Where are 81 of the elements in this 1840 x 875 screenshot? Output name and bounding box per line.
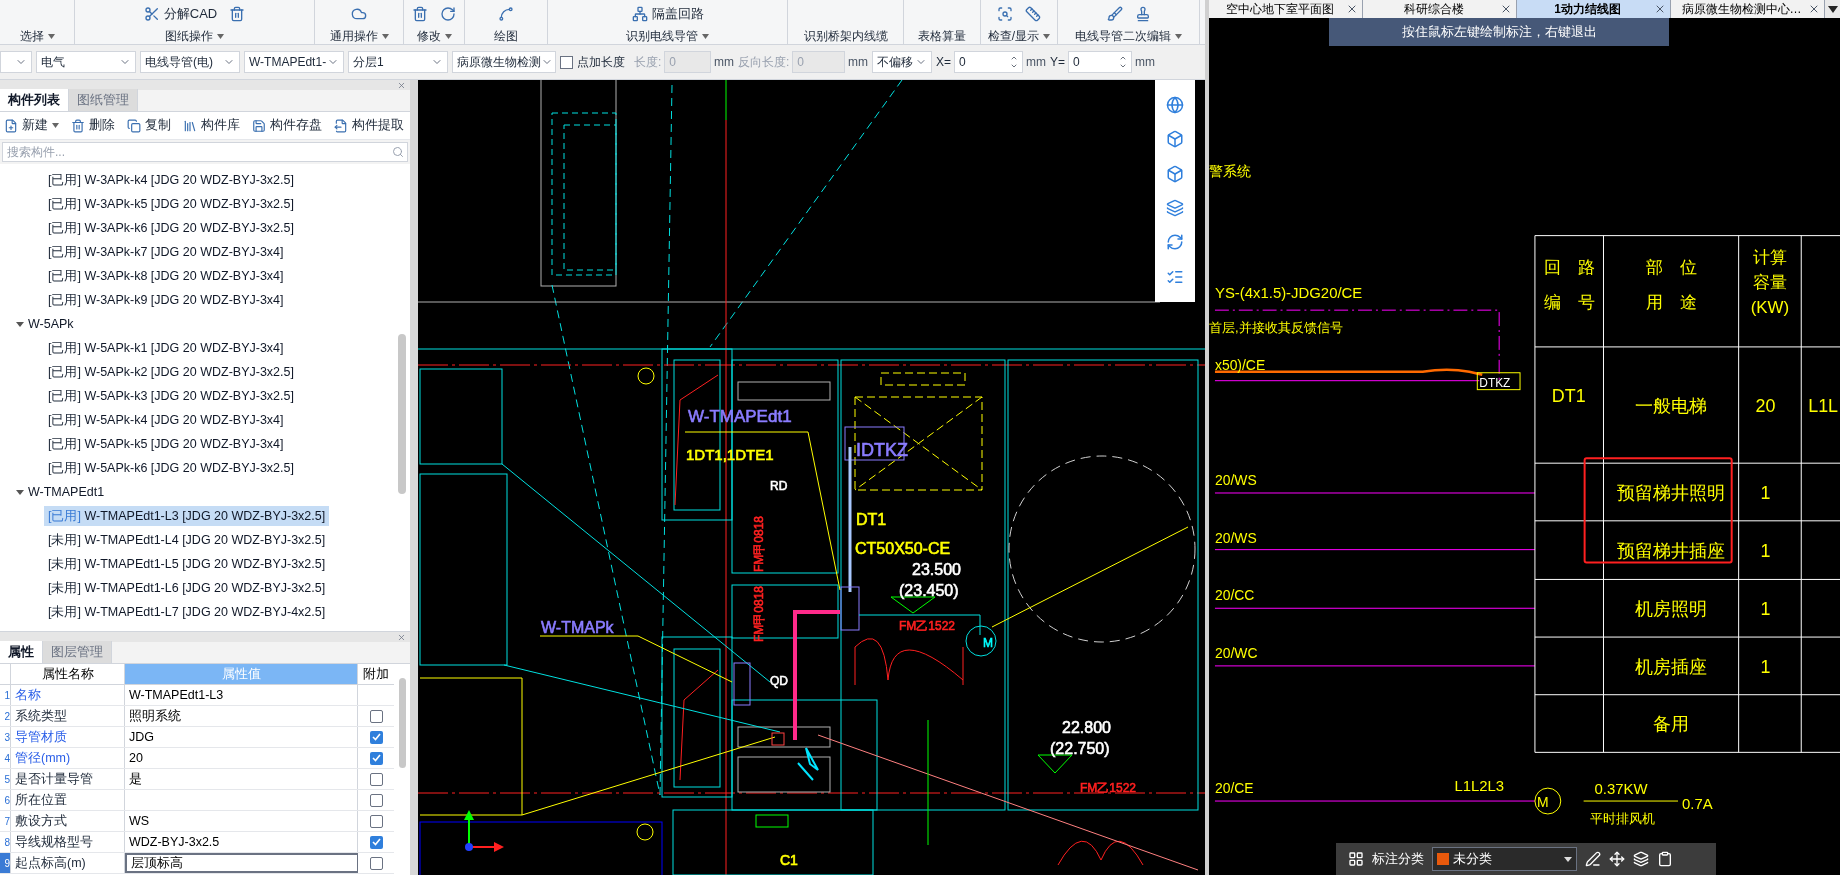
table-cell: 一般电梯: [1635, 396, 1708, 416]
row-number: 8: [0, 832, 11, 852]
drawing-label: QD: [770, 674, 788, 688]
drawing-label: CT50X50-CE: [855, 540, 951, 557]
drawing-label: (22.750): [1050, 740, 1110, 757]
table-cell: 20: [1755, 396, 1776, 416]
drawing-label: FM乙1522: [899, 619, 956, 633]
diagram-label: L1L2L3: [1454, 778, 1505, 795]
diagram-label: 20/CE: [1214, 780, 1254, 797]
row-number: 4: [0, 748, 11, 768]
property-name: 是否计量导管: [11, 769, 125, 789]
column-header: 附加: [362, 665, 390, 683]
drawing-label: 23.500: [912, 561, 961, 578]
property-name: 起点标高(m): [11, 853, 125, 873]
table-cell: 1: [1760, 541, 1771, 562]
diagram-label: 首层,并接收其反馈信号: [1209, 320, 1343, 335]
unit-label: mm: [1026, 54, 1046, 71]
field-label: 反向长度:: [738, 54, 790, 71]
diagram-label: 0.37KW: [1594, 781, 1648, 798]
property-name: 名称: [11, 685, 125, 705]
row-number: 2: [0, 706, 11, 726]
property-name: 导线规格型号: [11, 832, 125, 852]
property-name: 导管材质: [11, 727, 125, 747]
diagram-label: 20/WC: [1214, 644, 1258, 661]
unit-label: mm: [714, 54, 734, 71]
column-header: 计算: [1752, 248, 1787, 268]
toolbar-label: 标注分类: [1372, 850, 1424, 868]
table-cell: 1: [1760, 599, 1771, 620]
unit-label: mm: [1135, 54, 1155, 71]
drawing-label: M: [983, 636, 993, 650]
property-name: 管径(mm): [11, 748, 125, 768]
drawing-label: FM乙1522: [1080, 781, 1137, 795]
diagram-label: 0.7A: [1682, 796, 1713, 812]
diagram-label: M: [1537, 794, 1549, 810]
column-header: 部 位: [1645, 258, 1697, 278]
row-number: 1: [0, 685, 11, 705]
table-cell: 备用: [1653, 714, 1690, 735]
row-number: 5: [0, 769, 11, 789]
table-cell: L1L: [1808, 396, 1839, 416]
row-number: 3: [0, 727, 11, 747]
table-cell: DT1: [1551, 386, 1586, 407]
drawing-label: RD: [770, 479, 788, 493]
drawing-label: IDTKZ: [856, 440, 908, 460]
field-label: X=: [936, 54, 951, 71]
column-header: 属性值: [125, 664, 358, 684]
field-label: Y=: [1050, 54, 1065, 71]
diagram-label: 20/CC: [1214, 587, 1255, 604]
table-cell: 预留梯井插座: [1617, 541, 1726, 562]
drawing-label: 22.800: [1062, 719, 1111, 736]
property-name: 敷设方式: [11, 811, 125, 831]
hint-banner: 按住鼠标左键绘制标注，右键退出: [1329, 18, 1669, 46]
column-header: 容量: [1752, 273, 1787, 293]
drawing-label: C1: [780, 852, 798, 868]
diagram-label: 20/WS: [1214, 472, 1257, 489]
row-number: 6: [0, 790, 11, 810]
drawing-label: DT1: [856, 511, 887, 528]
column-header: 回 路: [1543, 258, 1595, 278]
drawing-label: W-TMAPk: [541, 619, 614, 636]
diagram-label: 20/WS: [1214, 529, 1257, 546]
table-cell: 机房照明: [1635, 599, 1708, 620]
table-cell: 机房插座: [1635, 656, 1708, 677]
table-cell: 预留梯井照明: [1617, 482, 1726, 503]
table-cell: 1: [1760, 482, 1771, 503]
column-header: (KW): [1750, 298, 1790, 318]
row-number: 7: [0, 811, 11, 831]
diagram-label: 警系统: [1209, 163, 1251, 179]
unit-label: mm: [848, 54, 868, 71]
diagram-label: 平时排风机: [1589, 810, 1655, 826]
field-label: 长度:: [634, 54, 662, 71]
row-number: 9: [0, 853, 11, 873]
diagram-label: DTKZ: [1479, 375, 1511, 390]
column-header: 编 号: [1543, 293, 1595, 313]
property-name: 所在位置: [11, 790, 125, 810]
column-header: 用 途: [1645, 293, 1697, 313]
property-name: 系统类型: [11, 706, 125, 726]
diagram-label: YS-(4x1.5)-JDG20/CE: [1214, 285, 1363, 302]
drawing-label: FM甲0818: [752, 585, 766, 642]
drawing-label: (23.450): [899, 582, 959, 599]
table-cell: 1: [1760, 656, 1771, 677]
diagram-label: x50)/CE: [1214, 356, 1266, 373]
drawing-label: FM甲0818: [752, 515, 766, 572]
